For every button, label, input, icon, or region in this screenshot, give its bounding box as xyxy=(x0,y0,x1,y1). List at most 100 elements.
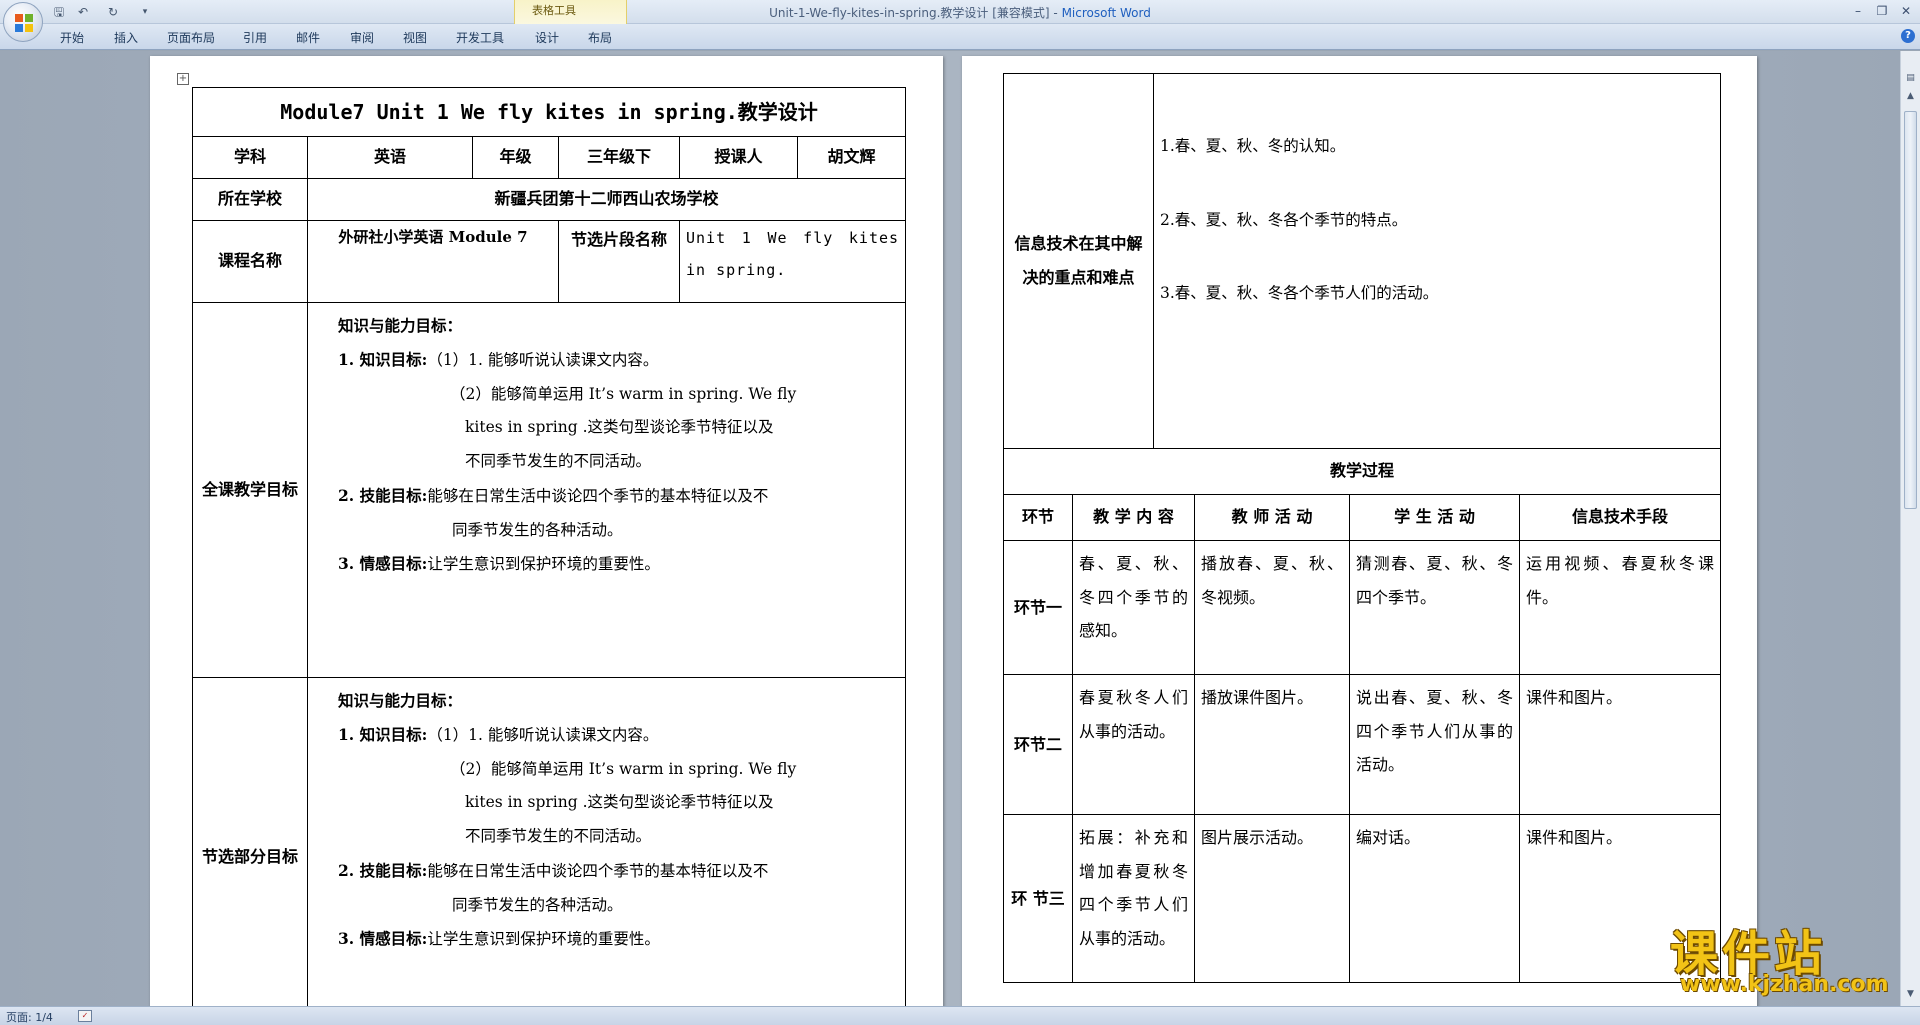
goal-heading: 知识与能力目标： xyxy=(338,316,463,335)
teaching-process-table: 信息技术在其中解决的重点和难点 1.春、夏、秋、冬的认知。 2.春、夏、秋、冬各… xyxy=(1002,73,1722,983)
document-page-1: + Module7 Unit 1 We fly kites in spring.… xyxy=(150,56,943,1006)
document-name: Unit-1-We-fly-kites-in-spring.教学设计 [兼容模式… xyxy=(769,6,1062,20)
window-title: Unit-1-We-fly-kites-in-spring.教学设计 [兼容模式… xyxy=(0,4,1920,21)
document-title[interactable]: Module7 Unit 1 We fly kites in spring.教学… xyxy=(191,87,907,137)
goal-heading: 知识与能力目标： xyxy=(338,691,463,710)
course-label: 课程名称 xyxy=(192,220,308,303)
school-label: 所在学校 xyxy=(192,178,308,221)
subject-value[interactable]: 英语 xyxy=(307,136,473,179)
header-student: 学 生 活 动 xyxy=(1349,494,1521,541)
knowledge-goal: 1. 知识目标:（1）1. 能够听说认读课文内容。 xyxy=(338,343,899,378)
teacher-activity[interactable]: 播放课件图片。 xyxy=(1194,674,1351,815)
page-count[interactable]: 页面: 1/4 xyxy=(6,1009,53,1025)
teacher-activity[interactable]: 图片展示活动。 xyxy=(1194,814,1351,983)
document-page-2: 信息技术在其中解决的重点和难点 1.春、夏、秋、冬的认知。 2.春、夏、秋、冬各… xyxy=(962,56,1757,1006)
knowledge-goal-label: 1. 知识目标: xyxy=(338,724,428,744)
full-course-goals[interactable]: 知识与能力目标： 1. 知识目标:（1）1. 能够听说认读课文内容。 （2）能够… xyxy=(306,302,907,678)
knowledge-goal-1: （1）1. 能够听说认读课文内容。 xyxy=(427,725,659,744)
tab-view[interactable]: 视图 xyxy=(403,29,427,46)
skill-goal-label: 2. 技能目标: xyxy=(338,485,428,505)
tech-means[interactable]: 运用视频、春夏秋冬课件。 xyxy=(1519,540,1722,675)
knowledge-goal-2c: 不同季节发生的不同活动。 xyxy=(465,452,652,471)
tab-table-design[interactable]: 设计 xyxy=(535,29,559,46)
status-spelling-icon[interactable]: ✓ xyxy=(78,1010,92,1022)
tab-mailings[interactable]: 邮件 xyxy=(296,29,320,46)
emotion-goal-label: 3. 情感目标: xyxy=(338,554,428,574)
student-activity[interactable]: 编对话。 xyxy=(1349,814,1521,983)
knowledge-goal-2a: （2）能够简单运用 It’s warm in spring. We fly xyxy=(450,759,797,778)
knowledge-goal: 1. 知识目标:（1）1. 能够听说认读课文内容。 xyxy=(338,718,899,753)
emotion-goal-1: 让学生意识到保护环境的重要性。 xyxy=(427,555,660,574)
tab-review[interactable]: 审阅 xyxy=(350,29,374,46)
header-step: 环节 xyxy=(1003,494,1073,541)
knowledge-goal-label: 1. 知识目标: xyxy=(338,349,428,369)
emotion-goal-label: 3. 情感目标: xyxy=(338,929,428,949)
knowledge-goal-1: （1）1. 能够听说认读课文内容。 xyxy=(427,350,659,369)
process-title: 教学过程 xyxy=(1002,448,1722,495)
grade-value[interactable]: 三年级下 xyxy=(558,136,680,179)
restore-icon[interactable]: ❐ xyxy=(1870,2,1894,20)
minimize-icon[interactable]: – xyxy=(1846,2,1870,20)
help-icon[interactable]: ? xyxy=(1901,29,1915,43)
teacher-activity[interactable]: 播放春、夏、秋、冬视频。 xyxy=(1194,540,1351,675)
close-icon[interactable]: ✕ xyxy=(1894,2,1918,20)
tab-references[interactable]: 引用 xyxy=(243,29,267,46)
skill-goal-2: 同季节发生的各种活动。 xyxy=(452,520,623,539)
skill-goal-1: 能够在日常生活中谈论四个季节的基本特征以及不 xyxy=(427,861,769,880)
step-label: 环节一 xyxy=(1003,540,1073,675)
emotion-goal: 3. 情感目标:让学生意识到保护环境的重要性。 xyxy=(338,922,899,957)
step-content[interactable]: 春、夏、秋、冬四个季节的感知。 xyxy=(1071,540,1196,675)
it-point-3: 3.春、夏、秋、冬各个季节人们的活动。 xyxy=(1160,284,1439,303)
office-logo-icon xyxy=(15,14,33,32)
teacher-value[interactable]: 胡文辉 xyxy=(796,136,907,179)
skill-goal: 2. 技能目标:能够在日常生活中谈论四个季节的基本特征以及不 xyxy=(338,479,899,514)
step-content[interactable]: 春夏秋冬人们从事的活动。 xyxy=(1071,674,1196,815)
section-label: 节选片段名称 xyxy=(558,220,680,303)
app-name: Microsoft Word xyxy=(1061,6,1151,20)
lesson-info-table: Module7 Unit 1 We fly kites in spring.教学… xyxy=(191,87,907,1006)
watermark-url: www.kjzhan.com xyxy=(1680,972,1889,997)
it-key-points-label: 信息技术在其中解决的重点和难点 xyxy=(1002,73,1155,449)
status-bar: 页面: 1/4 ✓ xyxy=(0,1006,1920,1025)
emotion-goal-1: 让学生意识到保护环境的重要性。 xyxy=(427,930,660,949)
section-value[interactable]: Unit 1 We fly kites in spring. xyxy=(678,220,907,303)
tab-page-layout[interactable]: 页面布局 xyxy=(167,29,215,46)
tab-developer[interactable]: 开发工具 xyxy=(456,29,504,46)
scroll-up-icon[interactable]: ▲ xyxy=(1903,89,1918,103)
vertical-scrollbar[interactable]: ▤ ▲ ▼ xyxy=(1900,51,1920,1006)
knowledge-goal-2c: 不同季节发生的不同活动。 xyxy=(465,827,652,846)
tab-insert[interactable]: 插入 xyxy=(114,29,138,46)
knowledge-goal-2b: kites in spring .这类句型谈论季节特征以及 xyxy=(465,793,774,812)
step-label: 环节二 xyxy=(1003,674,1073,815)
table-move-handle-icon[interactable]: + xyxy=(177,73,189,85)
step-content[interactable]: 拓展：补充和增加春夏秋冬四个季节人们从事的活动。 xyxy=(1071,814,1196,983)
section-goals-label: 节选部分目标 xyxy=(192,677,308,1006)
table-row: 环 节三 拓展：补充和增加春夏秋冬四个季节人们从事的活动。 图片展示活动。 编对… xyxy=(1003,814,1722,983)
tab-table-layout[interactable]: 布局 xyxy=(588,29,612,46)
title-bar: 🖫 ↶ ↻ ▾ 表格工具 Unit-1-We-fly-kites-in-spri… xyxy=(0,0,1920,44)
header-teacher: 教 师 活 动 xyxy=(1194,494,1351,541)
grade-label: 年级 xyxy=(472,136,559,179)
table-row: 环节一 春、夏、秋、冬四个季节的感知。 播放春、夏、秋、冬视频。 猜测春、夏、秋… xyxy=(1003,540,1722,675)
ruler-icon[interactable]: ▤ xyxy=(1903,71,1918,85)
tab-home[interactable]: 开始 xyxy=(60,29,84,46)
student-activity[interactable]: 说出春、夏、秋、冬四个季节人们从事的活动。 xyxy=(1349,674,1521,815)
knowledge-goal-2b: kites in spring .这类句型谈论季节特征以及 xyxy=(465,418,774,437)
skill-goal-2: 同季节发生的各种活动。 xyxy=(452,895,623,914)
section-goals[interactable]: 知识与能力目标： 1. 知识目标:（1）1. 能够听说认读课文内容。 （2）能够… xyxy=(306,677,907,1006)
full-course-goals-label: 全课教学目标 xyxy=(192,302,308,678)
emotion-goal: 3. 情感目标:让学生意识到保护环境的重要性。 xyxy=(338,547,899,582)
it-key-points[interactable]: 1.春、夏、秋、冬的认知。 2.春、夏、秋、冬各个季节的特点。 3.春、夏、秋、… xyxy=(1153,73,1722,449)
school-value[interactable]: 新疆兵团第十二师西山农场学校 xyxy=(306,178,907,221)
skill-goal-label: 2. 技能目标: xyxy=(338,860,428,880)
student-activity[interactable]: 猜测春、夏、秋、冬四个季节。 xyxy=(1349,540,1521,675)
it-point-1: 1.春、夏、秋、冬的认知。 xyxy=(1160,137,1346,156)
knowledge-goal-2a: （2）能够简单运用 It’s warm in spring. We fly xyxy=(450,384,797,403)
it-point-2: 2.春、夏、秋、冬各个季节的特点。 xyxy=(1160,210,1408,229)
course-value[interactable]: 外研社小学英语 Module 7 xyxy=(307,220,559,303)
header-tech: 信息技术手段 xyxy=(1519,494,1722,541)
scrollbar-thumb[interactable] xyxy=(1904,111,1917,509)
tech-means[interactable]: 课件和图片。 xyxy=(1519,674,1722,815)
office-button[interactable] xyxy=(3,2,43,42)
ribbon-tabs: 开始 插入 页面布局 引用 邮件 审阅 视图 开发工具 设计 布局 ? xyxy=(0,24,1920,50)
